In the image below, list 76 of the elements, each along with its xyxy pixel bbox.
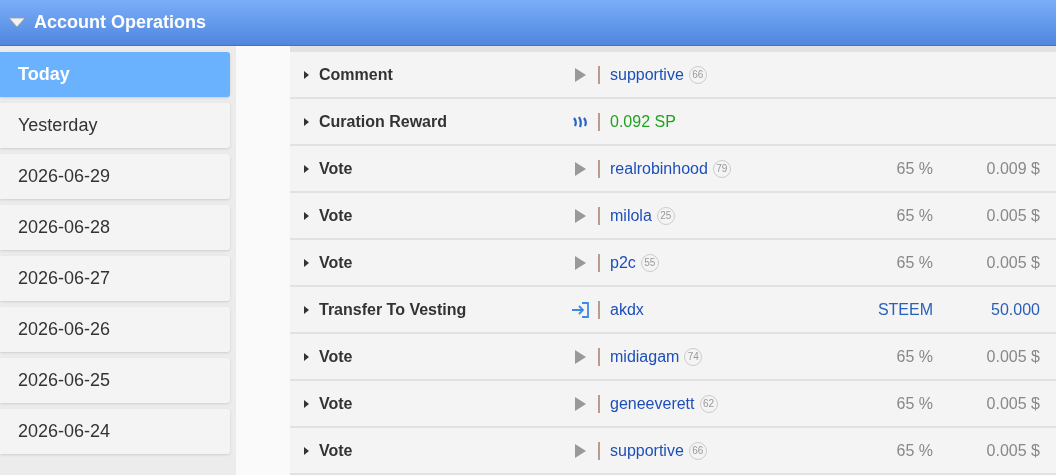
- vote-weight: 65 %: [895, 393, 933, 414]
- login-arrow-icon: [571, 301, 589, 318]
- vote-value: 0.005 $: [985, 205, 1040, 226]
- vote-weight: 65 %: [895, 252, 933, 273]
- vote-weight: 65 %: [895, 440, 933, 461]
- day-tab[interactable]: 2026-06-27: [0, 256, 230, 301]
- play-icon: [574, 208, 586, 223]
- caret-right-icon: [304, 164, 309, 173]
- operation-type: Vote: [319, 158, 354, 179]
- currency-label: STEEM: [876, 299, 933, 320]
- play-icon: [574, 396, 586, 411]
- account-link[interactable]: akdx: [610, 297, 644, 322]
- operation-row[interactable]: Vote milola 25 65 % 0.005 $: [290, 193, 1056, 238]
- operation-row[interactable]: Vote supportive 66 65 % 0.005 $: [290, 428, 1056, 473]
- operation-type: Vote: [319, 440, 354, 461]
- vote-value: 0.005 $: [985, 252, 1040, 273]
- vote-weight: 65 %: [895, 346, 933, 367]
- operation-row[interactable]: Vote realrobinhood 79 65 % 0.009 $: [290, 146, 1056, 191]
- panel-title: Account Operations: [34, 11, 207, 34]
- vote-value: 0.005 $: [985, 440, 1040, 461]
- account-link[interactable]: midiagam: [610, 344, 680, 369]
- day-tab[interactable]: 2026-06-24: [0, 409, 230, 454]
- caret-right-icon: [304, 70, 309, 79]
- operation-row[interactable]: Vote midiagam 74 65 % 0.005 $: [290, 334, 1056, 379]
- separator: [598, 441, 600, 460]
- play-icon: [574, 67, 586, 82]
- account-link[interactable]: p2c: [610, 250, 636, 275]
- day-tab[interactable]: Yesterday: [0, 103, 230, 148]
- separator: [598, 394, 600, 413]
- separator: [598, 65, 600, 84]
- operation-type: Vote: [319, 346, 354, 367]
- day-tab[interactable]: 2026-06-29: [0, 154, 230, 199]
- operation-type: Comment: [319, 64, 394, 85]
- separator: [598, 206, 600, 225]
- play-icon: [574, 161, 586, 176]
- play-icon: [574, 255, 586, 270]
- vote-value: 0.009 $: [985, 158, 1040, 179]
- operation-type: Vote: [319, 205, 354, 226]
- play-icon: [574, 349, 586, 364]
- reward-amount: 0.092 SP: [610, 111, 676, 132]
- day-tab[interactable]: 2026-06-26: [0, 307, 230, 352]
- vote-weight: 65 %: [895, 205, 933, 226]
- operation-type: Curation Reward: [319, 111, 448, 132]
- account-link[interactable]: supportive: [610, 62, 684, 87]
- operation-row[interactable]: Comment supportive 66: [290, 52, 1056, 97]
- operation-row[interactable]: Curation Reward 0.092 SP: [290, 99, 1056, 144]
- vote-value: 0.005 $: [985, 393, 1040, 414]
- steem-logo-icon: [572, 114, 588, 129]
- separator: [598, 347, 600, 366]
- play-icon: [574, 443, 586, 458]
- vote-value: 0.005 $: [985, 346, 1040, 367]
- caret-right-icon: [304, 352, 309, 361]
- operation-row[interactable]: Vote p2c 55 65 % 0.005 $: [290, 240, 1056, 285]
- account-link[interactable]: supportive: [610, 438, 684, 463]
- operation-row[interactable]: Vote geneeverett 62 65 % 0.005 $: [290, 381, 1056, 426]
- caret-right-icon: [304, 258, 309, 267]
- vote-weight: 65 %: [895, 158, 933, 179]
- caret-right-icon: [304, 211, 309, 220]
- operation-row[interactable]: Transfer To Vesting akdx STEEM 50.000: [290, 287, 1056, 332]
- caret-right-icon: [304, 117, 309, 126]
- separator: [598, 300, 600, 319]
- account-link[interactable]: geneeverett: [610, 391, 695, 416]
- account-link[interactable]: realrobinhood: [610, 156, 708, 181]
- day-tab[interactable]: 2026-06-25: [0, 358, 230, 403]
- caret-right-icon: [304, 446, 309, 455]
- caret-right-icon: [304, 305, 309, 314]
- day-tab[interactable]: 2026-06-28: [0, 205, 230, 250]
- transfer-amount: 50.000: [990, 299, 1040, 320]
- caret-right-icon: [304, 399, 309, 408]
- separator: [598, 159, 600, 178]
- separator: [598, 253, 600, 272]
- operation-type: Vote: [319, 252, 354, 273]
- operation-type: Transfer To Vesting: [319, 299, 468, 320]
- separator: [598, 112, 600, 131]
- account-link[interactable]: milola: [610, 203, 652, 228]
- operation-type: Vote: [319, 393, 354, 414]
